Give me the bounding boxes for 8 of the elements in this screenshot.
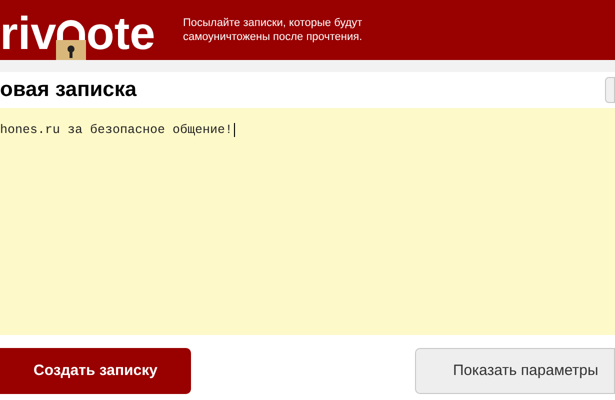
logo-text: riv: [0, 10, 56, 56]
tagline: Посылайте записки, которые будут самоуничтожены после прочтения.: [183, 16, 364, 44]
logo-text: ote: [86, 10, 156, 56]
note-field[interactable]: hones.ru за безопасное общение!: [0, 108, 615, 335]
page-title: овая записка: [0, 77, 137, 104]
show-options-button[interactable]: Показать параметры: [415, 348, 615, 394]
toolbar-button[interactable]: [605, 77, 615, 103]
create-note-button[interactable]: Создать записку: [0, 348, 191, 394]
